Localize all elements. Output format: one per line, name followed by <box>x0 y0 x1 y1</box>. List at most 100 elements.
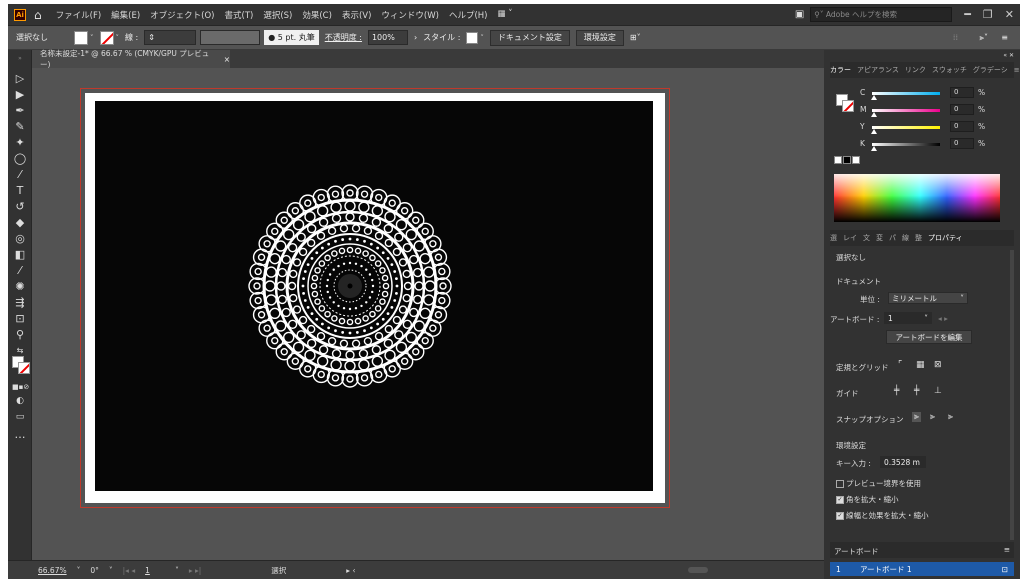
tab-color[interactable]: カラー <box>830 65 851 75</box>
scale-corners-checkbox[interactable]: ✓ <box>836 496 844 504</box>
screen-mode-icon[interactable]: ▭ <box>12 410 28 424</box>
symbol-sprayer-tool-icon[interactable]: ✺ <box>12 280 28 294</box>
edit-artboards-button[interactable]: アートボードを編集 <box>886 330 972 344</box>
zoom-level[interactable]: 66.67% <box>38 566 67 575</box>
artboard-nav-icon[interactable]: ◂ ▸ <box>938 314 948 323</box>
transform-icon[interactable]: ⁞⁞ <box>953 33 958 42</box>
smart-guides-icon[interactable]: ⊥ <box>934 386 942 396</box>
show-guides-icon[interactable]: ╪ <box>894 386 899 396</box>
tab-properties[interactable]: プロパティ <box>928 233 963 243</box>
tab-swatches[interactable]: スウォッチ <box>932 65 967 75</box>
key-input-field[interactable]: 0.3528 m <box>880 456 926 468</box>
ruler-icon[interactable]: ⌜ <box>898 360 902 370</box>
panel-menu-icon[interactable]: ≡ <box>1004 545 1010 554</box>
fill-swatch-control[interactable]: ˅ <box>74 30 94 45</box>
snap-to-point-icon[interactable]: ⫸ <box>912 412 922 422</box>
fill-stroke-indicator[interactable] <box>12 356 32 376</box>
tab-links[interactable]: リンク <box>905 65 926 75</box>
properties-scrollbar[interactable] <box>1010 250 1014 540</box>
preview-bounds-checkbox[interactable] <box>836 480 844 488</box>
blend-tool-icon[interactable]: ⇶ <box>12 296 28 310</box>
grid-icon[interactable]: ▦ <box>916 360 925 370</box>
black-background-rectangle[interactable] <box>95 101 653 491</box>
curvature-tool-icon[interactable]: ✎ <box>12 120 28 134</box>
tab-align[interactable]: 整 <box>915 233 922 243</box>
artboards-panel-title[interactable]: アートボード <box>834 546 879 557</box>
workspace-grid-icon[interactable]: ▦ ˅ <box>497 9 512 21</box>
magenta-slider[interactable]: M 0 % <box>846 103 1014 117</box>
menu-window[interactable]: ウィンドウ(W) <box>381 9 439 21</box>
magenta-track[interactable] <box>872 109 940 112</box>
panel-options-icon[interactable]: ≡ <box>1001 33 1008 42</box>
home-icon[interactable]: ⌂ <box>34 8 42 22</box>
align-icon[interactable]: ⫸˅ <box>979 33 988 43</box>
anchor-point-tool-icon[interactable]: ✦ <box>12 136 28 150</box>
tab-appearance[interactable]: アピアランス <box>857 65 899 75</box>
rotation-value[interactable]: 0° <box>90 566 99 575</box>
direct-selection-tool-icon[interactable]: ▶ <box>12 88 28 102</box>
selection-tool-icon[interactable]: ▷ <box>12 72 28 86</box>
cyan-value[interactable]: 0 <box>950 87 974 98</box>
close-icon[interactable]: ✕ <box>1005 8 1014 21</box>
ellipse-tool-icon[interactable]: ◯ <box>12 152 28 166</box>
tab-stroke[interactable]: 線 <box>902 233 909 243</box>
units-select[interactable]: ミリメートル ˅ <box>888 292 968 304</box>
menu-object[interactable]: オブジェクト(O) <box>150 9 214 21</box>
snap-to-grid-icon[interactable]: ⫸ <box>930 412 935 422</box>
scale-strokes-checkbox[interactable]: ✓ <box>836 512 844 520</box>
stroke-label[interactable]: 線 : <box>125 32 138 43</box>
artboard-options-icon[interactable]: ⊡ <box>1002 565 1008 574</box>
chevron-down-icon[interactable]: ˅ <box>175 566 179 575</box>
menu-help[interactable]: ヘルプ(H) <box>449 9 488 21</box>
black-track[interactable] <box>872 143 940 146</box>
canvas[interactable] <box>32 68 824 560</box>
tab-layers-short[interactable]: 選 <box>830 233 837 243</box>
menu-view[interactable]: 表示(V) <box>342 9 371 21</box>
cyan-slider[interactable]: C 0 % <box>846 86 1014 100</box>
artboard-nav-next-icon[interactable]: ▸ ▸| <box>189 566 201 575</box>
stroke-swatch[interactable] <box>99 30 114 45</box>
arrange-documents-icon[interactable]: ▣ <box>795 9 804 20</box>
mandala-artwork[interactable] <box>248 184 452 388</box>
more-tools-icon[interactable]: … <box>12 428 28 442</box>
magenta-knob[interactable] <box>871 112 877 117</box>
horizontal-scrollbar[interactable] <box>688 567 708 573</box>
document-tab[interactable]: 名称未設定-1* @ 66.67 % (CMYK/GPU プレビュー) × <box>32 49 230 69</box>
drawing-mode-icon[interactable]: ◐ <box>12 394 28 408</box>
fill-swatch[interactable] <box>74 30 88 45</box>
white-swatch[interactable] <box>852 156 860 164</box>
chevron-down-icon[interactable]: ˅ <box>109 566 113 575</box>
help-search-input[interactable]: ⚲˅ Adobe ヘルプを検索 <box>810 7 953 22</box>
black-knob[interactable] <box>871 146 877 151</box>
none-swatch[interactable] <box>834 156 842 164</box>
tab-pathfinder[interactable]: パ <box>889 233 896 243</box>
brush-definition[interactable]: ● 5 pt. 丸筆 <box>264 30 319 45</box>
zoom-tool-icon[interactable]: ⚲ <box>12 328 28 342</box>
gradient-tool-icon[interactable]: ◧ <box>12 248 28 262</box>
restore-icon[interactable]: ❐ <box>983 8 993 21</box>
menu-type[interactable]: 書式(T) <box>225 9 254 21</box>
artboard-list-row[interactable]: 1 アートボード 1 ⊡ <box>830 562 1014 576</box>
variable-width-profile[interactable] <box>200 30 261 45</box>
close-tab-icon[interactable]: × <box>224 55 230 64</box>
tab-character[interactable]: 文 <box>863 233 870 243</box>
tab-gradient[interactable]: グラデーシ <box>973 65 1008 75</box>
artboard-nav-prev-icon[interactable]: |◂ ◂ <box>123 566 135 575</box>
cyan-knob[interactable] <box>871 95 877 100</box>
menu-file[interactable]: ファイル(F) <box>56 9 102 21</box>
arrange-icon[interactable]: ⊞˅ <box>630 33 641 42</box>
menu-edit[interactable]: 編集(E) <box>111 9 140 21</box>
preview-bounds-option[interactable]: プレビュー境界を使用 <box>836 478 921 489</box>
lock-guides-icon[interactable]: ╪ <box>914 386 919 396</box>
artboard-select[interactable]: 1 ˅ <box>884 312 932 324</box>
opacity-field[interactable]: 100% <box>367 30 408 45</box>
yellow-track[interactable] <box>872 126 940 129</box>
eraser-tool-icon[interactable]: ◆ <box>12 216 28 230</box>
snap-to-pixel-icon[interactable]: ⫸ <box>948 412 953 422</box>
stroke-indicator[interactable] <box>18 362 30 374</box>
document-settings-button[interactable]: ドキュメント設定 <box>489 29 570 46</box>
artboard[interactable] <box>85 93 665 503</box>
scale-corners-option[interactable]: ✓ 角を拡大・縮小 <box>836 494 899 505</box>
scale-strokes-option[interactable]: ✓ 線幅と効果を拡大・縮小 <box>836 510 929 521</box>
graphic-style-swatch[interactable] <box>466 31 479 44</box>
